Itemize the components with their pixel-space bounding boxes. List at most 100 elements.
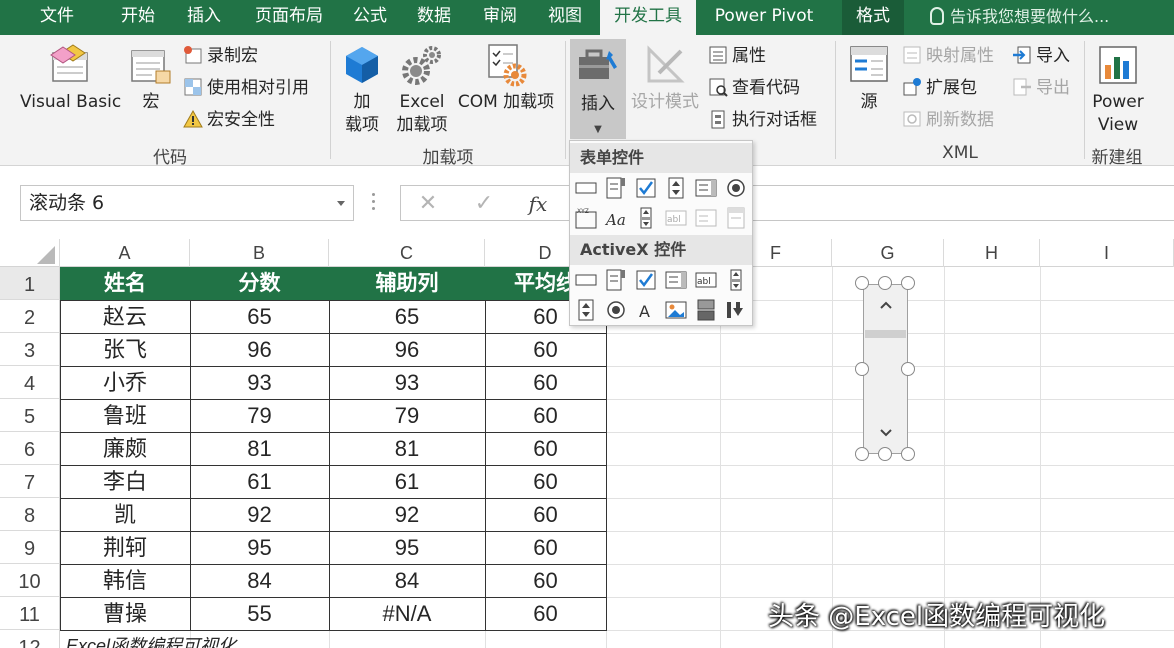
form-option-button-icon[interactable]	[724, 176, 748, 200]
tab-formulas[interactable]: 公式	[340, 0, 400, 35]
excel-addins-button[interactable]: Excel 加载项	[392, 43, 452, 137]
chevron-down-icon[interactable]	[337, 201, 345, 206]
activex-toggle-button-icon[interactable]	[694, 298, 718, 322]
table-header-cell[interactable]: 辅助列	[329, 267, 485, 300]
form-label-icon[interactable]: Aa	[604, 206, 628, 230]
cell-note[interactable]: Excel函数编程可视化	[66, 632, 236, 648]
table-cell[interactable]: 92	[329, 498, 485, 531]
column-header[interactable]: A	[60, 239, 190, 267]
table-cell[interactable]: 60	[485, 597, 606, 630]
activex-textbox-icon[interactable]: abl	[694, 268, 718, 292]
table-cell[interactable]: 65	[190, 300, 329, 333]
cancel-icon[interactable]: ✕	[413, 190, 443, 218]
form-spinner-icon[interactable]	[664, 176, 688, 200]
tab-format[interactable]: 格式	[842, 0, 904, 35]
table-cell[interactable]: 96	[329, 333, 485, 366]
table-cell[interactable]: #N/A	[329, 597, 485, 630]
resize-handle[interactable]	[878, 276, 892, 290]
tab-power-pivot[interactable]: Power Pivot	[703, 0, 825, 35]
table-header-cell[interactable]: 分数	[190, 267, 329, 300]
table-cell[interactable]: 65	[329, 300, 485, 333]
design-mode-button[interactable]: 设计模式	[628, 43, 702, 114]
table-cell[interactable]: 79	[190, 399, 329, 432]
scrollbar-thumb[interactable]	[865, 330, 906, 338]
record-macro-button[interactable]: 录制宏	[183, 43, 258, 69]
activex-checkbox-icon[interactable]	[634, 268, 658, 292]
table-cell[interactable]: 92	[190, 498, 329, 531]
row-header[interactable]: 9	[0, 531, 60, 564]
form-checkbox-icon[interactable]	[634, 176, 658, 200]
visual-basic-button[interactable]: Visual Basic	[20, 43, 121, 114]
com-addins-button[interactable]: COM 加载项	[452, 43, 560, 114]
resize-handle[interactable]	[855, 362, 869, 376]
row-header[interactable]: 1	[0, 267, 60, 300]
properties-button[interactable]: 属性	[708, 43, 766, 69]
table-cell[interactable]: 曹操	[60, 597, 190, 630]
row-header[interactable]: 5	[0, 399, 60, 432]
xml-source-button[interactable]: 源	[845, 43, 893, 114]
table-cell[interactable]: 赵云	[60, 300, 190, 333]
tab-page-layout[interactable]: 页面布局	[244, 0, 334, 35]
table-cell[interactable]: 韩信	[60, 564, 190, 597]
column-header[interactable]: H	[944, 239, 1040, 267]
refresh-data-button[interactable]: 刷新数据	[902, 107, 994, 133]
tab-file[interactable]: 文件	[22, 0, 92, 35]
table-cell[interactable]: 61	[190, 465, 329, 498]
row-header[interactable]: 3	[0, 333, 60, 366]
table-cell[interactable]: 60	[485, 333, 606, 366]
activex-button-icon[interactable]	[574, 268, 598, 292]
table-cell[interactable]: 81	[190, 432, 329, 465]
tab-insert[interactable]: 插入	[172, 0, 236, 35]
table-cell[interactable]: 93	[190, 366, 329, 399]
chevron-up-icon[interactable]	[878, 299, 894, 311]
row-header[interactable]: 7	[0, 465, 60, 498]
map-properties-button[interactable]: 映射属性	[902, 43, 994, 69]
resize-handle[interactable]	[901, 362, 915, 376]
macros-button[interactable]: 宏	[126, 43, 176, 114]
form-groupbox-icon[interactable]: XYZ	[574, 206, 598, 230]
xml-export-button[interactable]: 导出	[1012, 75, 1070, 101]
table-cell[interactable]: 60	[485, 564, 606, 597]
table-cell[interactable]: 61	[329, 465, 485, 498]
more-controls-icon[interactable]	[724, 298, 748, 322]
row-header[interactable]: 11	[0, 597, 60, 630]
chevron-down-icon[interactable]	[878, 427, 894, 439]
form-scrollbar-icon[interactable]	[634, 206, 658, 230]
expansion-pack-button[interactable]: 扩展包	[902, 75, 977, 101]
form-listbox-icon[interactable]	[694, 176, 718, 200]
table-cell[interactable]: 81	[329, 432, 485, 465]
table-cell[interactable]: 95	[190, 531, 329, 564]
form-button-icon[interactable]	[574, 176, 598, 200]
xml-import-button[interactable]: 导入	[1012, 43, 1070, 69]
row-header[interactable]: 12	[0, 630, 60, 648]
select-all-button[interactable]	[0, 239, 60, 267]
tab-view[interactable]: 视图	[535, 0, 595, 35]
activex-combobox-icon[interactable]	[604, 268, 628, 292]
table-cell[interactable]: 55	[190, 597, 329, 630]
activex-spinner-icon[interactable]	[574, 298, 598, 322]
table-cell[interactable]: 84	[329, 564, 485, 597]
activex-image-icon[interactable]	[664, 298, 688, 322]
row-header[interactable]: 2	[0, 300, 60, 333]
table-cell[interactable]: 60	[485, 531, 606, 564]
macro-security-button[interactable]: 宏安全性	[183, 107, 275, 133]
table-cell[interactable]: 96	[190, 333, 329, 366]
insert-controls-button[interactable]: 插入 ▼	[570, 39, 626, 139]
resize-handle[interactable]	[901, 276, 915, 290]
activex-scrollbar-icon[interactable]	[724, 268, 748, 292]
table-cell[interactable]: 凯	[60, 498, 190, 531]
table-cell[interactable]: 60	[485, 498, 606, 531]
resize-handle[interactable]	[901, 447, 915, 461]
column-header[interactable]: B	[190, 239, 329, 267]
name-box[interactable]: 滚动条 6	[20, 185, 354, 221]
view-code-button[interactable]: 查看代码	[708, 75, 800, 101]
table-cell[interactable]: 李白	[60, 465, 190, 498]
table-cell[interactable]: 84	[190, 564, 329, 597]
form-textfield-icon[interactable]: abl	[664, 206, 688, 230]
addins-button[interactable]: 加 载项	[340, 43, 384, 137]
resize-handle[interactable]	[855, 447, 869, 461]
table-cell[interactable]: 60	[485, 399, 606, 432]
table-cell[interactable]: 79	[329, 399, 485, 432]
row-header[interactable]: 4	[0, 366, 60, 399]
column-header[interactable]: I	[1040, 239, 1174, 267]
